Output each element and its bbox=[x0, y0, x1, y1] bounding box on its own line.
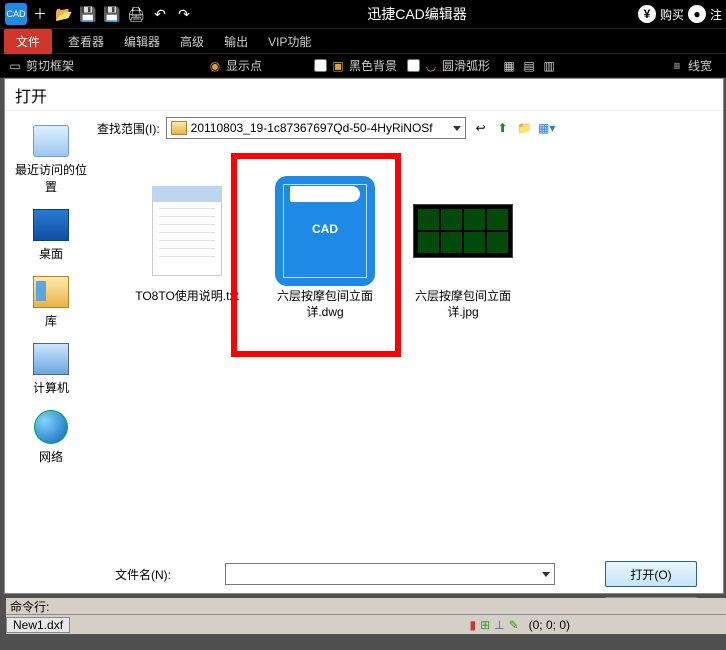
jpg-thumbnail bbox=[413, 204, 513, 258]
doc-tab[interactable]: New1.dxf bbox=[6, 617, 70, 633]
menu-editor[interactable]: 编辑器 bbox=[114, 29, 170, 54]
open-dialog: 打开 最近访问的位置 桌面 库 计算机 网络 bbox=[4, 78, 724, 594]
sidebar-item-label: 网络 bbox=[39, 448, 63, 465]
sidebar-item-desktop[interactable]: 桌面 bbox=[10, 203, 92, 268]
register-link[interactable]: 注 bbox=[710, 6, 722, 23]
crop-label: 剪切框架 bbox=[26, 57, 74, 74]
nav-views-icon[interactable]: ▦▾ bbox=[538, 119, 556, 137]
dialog-content: 查找范围(I): 20110803_19-1c87367697Qd-50-4Hy… bbox=[97, 111, 723, 551]
filename-label: 文件名(N): bbox=[115, 566, 215, 583]
print-icon[interactable]: 🖨 bbox=[125, 3, 147, 25]
filename-input[interactable] bbox=[225, 563, 555, 585]
cmd-label: 命令行: bbox=[10, 598, 49, 615]
status-icon[interactable]: ✎ bbox=[509, 618, 519, 632]
tab-file[interactable]: 文件 bbox=[4, 29, 52, 54]
status-icon[interactable]: ⊞ bbox=[480, 618, 490, 632]
path-label: 查找范围(I): bbox=[97, 120, 160, 137]
file-item-txt[interactable]: TO8TO使用说明.txt bbox=[127, 181, 247, 320]
user-icon[interactable]: ● bbox=[688, 5, 706, 23]
tool-icon-3[interactable]: ▥ bbox=[540, 57, 558, 75]
blackbg-checkbox[interactable] bbox=[314, 59, 327, 72]
places-sidebar: 最近访问的位置 桌面 库 计算机 网络 bbox=[5, 111, 97, 551]
files-area[interactable]: TO8TO使用说明.txt CAD 六层按摩包间立面详.dwg bbox=[97, 151, 713, 320]
coordinates: (0; 0; 0) bbox=[523, 618, 576, 632]
computer-icon bbox=[33, 343, 69, 375]
cad-icon: CAD bbox=[275, 176, 375, 286]
point-label: 显示点 bbox=[226, 57, 262, 74]
path-value: 20110803_19-1c87367697Qd-50-4HyRiNOSf bbox=[191, 121, 433, 135]
menu-advanced[interactable]: 高级 bbox=[170, 29, 214, 54]
sidebar-item-computer[interactable]: 计算机 bbox=[10, 337, 92, 402]
sidebar-item-library[interactable]: 库 bbox=[10, 270, 92, 335]
saveas-icon[interactable]: 💾 bbox=[101, 3, 123, 25]
txt-icon bbox=[152, 186, 222, 276]
desktop-icon bbox=[33, 209, 69, 241]
point-icon[interactable]: ◉ bbox=[206, 57, 224, 75]
status-icon[interactable]: ▮ bbox=[469, 618, 476, 632]
ribbon-toolbar: ▭ 剪切框架 ◉ 显示点 ▣ 黑色背景 ◡ 圆滑弧形 ▦ ▤ ▥ ≡ 线宽 bbox=[0, 54, 726, 78]
sidebar-item-recent[interactable]: 最近访问的位置 bbox=[10, 119, 92, 201]
path-combobox[interactable]: 20110803_19-1c87367697Qd-50-4HyRiNOSf bbox=[166, 117, 466, 139]
app-title: 迅捷CAD编辑器 bbox=[196, 4, 638, 24]
buy-link[interactable]: 购买 bbox=[660, 6, 684, 23]
sidebar-item-label: 计算机 bbox=[33, 379, 69, 396]
chevron-down-icon[interactable] bbox=[542, 572, 550, 577]
save-icon[interactable]: 💾 bbox=[77, 3, 99, 25]
nav-back-icon[interactable]: ↩ bbox=[472, 119, 490, 137]
redo-icon[interactable]: ↷ bbox=[173, 3, 195, 25]
linewidth-label: 线宽 bbox=[688, 57, 712, 74]
library-icon bbox=[33, 276, 69, 308]
file-label: TO8TO使用说明.txt bbox=[135, 289, 239, 305]
command-line[interactable]: 命令行: bbox=[6, 598, 726, 614]
blackbg-icon[interactable]: ▣ bbox=[329, 57, 347, 75]
dialog-title: 打开 bbox=[5, 79, 723, 111]
file-item-jpg[interactable]: 六层按摩包间立面详.jpg bbox=[403, 181, 523, 320]
tool-icon-1[interactable]: ▦ bbox=[500, 57, 518, 75]
menu-vip[interactable]: VIP功能 bbox=[258, 29, 321, 54]
menubar: 文件 查看器 编辑器 高级 输出 VIP功能 bbox=[0, 28, 726, 54]
sidebar-item-label: 最近访问的位置 bbox=[10, 161, 92, 195]
tool-icon-2[interactable]: ▤ bbox=[520, 57, 538, 75]
linewidth-icon[interactable]: ≡ bbox=[668, 57, 686, 75]
open-button[interactable]: 打开(O) bbox=[605, 561, 697, 587]
sidebar-item-label: 桌面 bbox=[39, 245, 63, 262]
file-item-dwg[interactable]: CAD 六层按摩包间立面详.dwg bbox=[265, 181, 385, 320]
new-icon[interactable]: ＋ bbox=[29, 3, 51, 25]
status-icon[interactable]: ⊥ bbox=[494, 618, 504, 632]
nav-up-icon[interactable]: ⬆ bbox=[494, 119, 512, 137]
app-logo-icon: CAD bbox=[5, 3, 27, 25]
blackbg-label: 黑色背景 bbox=[349, 57, 397, 74]
arc-checkbox[interactable] bbox=[407, 59, 420, 72]
file-label: 六层按摩包间立面详.dwg bbox=[265, 289, 385, 320]
arc-label: 圆滑弧形 bbox=[442, 57, 490, 74]
nav-newfolder-icon[interactable]: 📁 bbox=[516, 119, 534, 137]
arc-icon[interactable]: ◡ bbox=[422, 57, 440, 75]
sidebar-item-network[interactable]: 网络 bbox=[10, 404, 92, 471]
menu-output[interactable]: 输出 bbox=[214, 29, 258, 54]
crop-icon[interactable]: ▭ bbox=[6, 57, 24, 75]
network-icon bbox=[34, 410, 68, 444]
sidebar-item-label: 库 bbox=[45, 312, 57, 329]
menu-viewer[interactable]: 查看器 bbox=[58, 29, 114, 54]
open-icon[interactable]: 📂 bbox=[53, 3, 75, 25]
currency-icon[interactable]: ¥ bbox=[638, 5, 656, 23]
undo-icon[interactable]: ↶ bbox=[149, 3, 171, 25]
recent-icon bbox=[33, 125, 69, 157]
file-label: 六层按摩包间立面详.jpg bbox=[403, 289, 523, 320]
status-bar: New1.dxf ▮ ⊞ ⊥ ✎ (0; 0; 0) bbox=[6, 614, 726, 634]
chevron-down-icon[interactable] bbox=[453, 126, 461, 131]
titlebar: CAD ＋ 📂 💾 💾 🖨 ↶ ↷ 迅捷CAD编辑器 ¥ 购买 ● 注 bbox=[0, 0, 726, 28]
folder-icon bbox=[171, 121, 187, 135]
